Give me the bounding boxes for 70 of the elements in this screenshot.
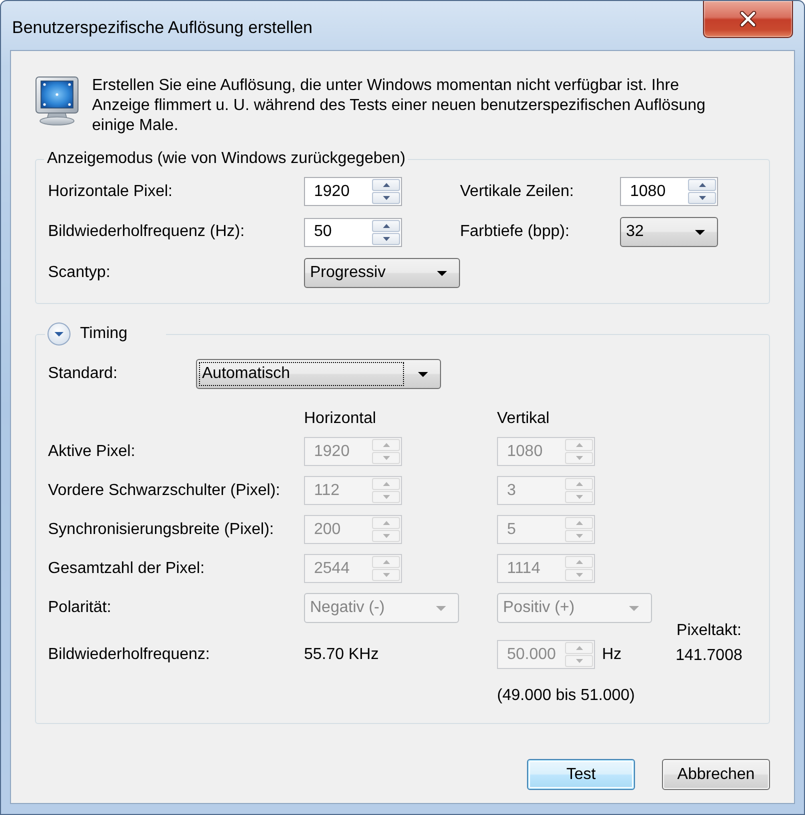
caret-down-icon — [576, 456, 582, 460]
field-label: Bildwiederholfrequenz: — [48, 646, 210, 664]
spin-box[interactable]: 1920 — [304, 177, 402, 206]
value-text: 55.70 KHz — [304, 646, 379, 664]
caret-up-icon — [382, 224, 390, 228]
field-label: Scantyp: — [48, 264, 112, 282]
monitor-icon — [35, 76, 79, 126]
caret-down-icon — [436, 606, 446, 610]
caret-up-icon — [576, 482, 582, 486]
field-label: Pixeltakt: — [676, 622, 742, 640]
caret-up-icon — [698, 183, 706, 187]
caret-down-icon — [418, 372, 428, 376]
cancel-button[interactable]: Abbrechen — [662, 759, 770, 790]
caret-down-icon — [382, 495, 390, 499]
group-title: Timing — [80, 325, 128, 343]
field-label: Polarität: — [48, 599, 112, 617]
chevron-down-icon[interactable] — [47, 322, 71, 346]
unit-label: Hz — [602, 646, 622, 664]
caret-up-icon — [576, 443, 582, 447]
caret-up-icon — [576, 646, 582, 650]
group-title: Anzeigemodus (wie von Windows zurückgegeben) — [46, 150, 406, 168]
spin-down-button[interactable] — [688, 192, 716, 204]
caret-down-icon — [576, 534, 582, 538]
caret-down-icon — [698, 196, 706, 200]
caret-down-icon — [382, 196, 390, 200]
caret-up-icon — [382, 560, 390, 564]
caret-up-icon — [382, 482, 390, 486]
field-label: Vertikale Zeilen: — [460, 182, 575, 200]
spin-up-button[interactable] — [688, 179, 716, 191]
spin-box[interactable]: 1080 — [620, 177, 718, 206]
caret-down-icon — [576, 573, 582, 577]
caret-down-icon — [576, 659, 582, 663]
caret-down-icon — [382, 534, 390, 538]
close-button[interactable] — [703, 1, 793, 38]
field-label: Aktive Pixel: — [48, 442, 136, 460]
field-label: Synchronisierungsbreite (Pixel): — [48, 520, 274, 538]
dropdown[interactable]: 32 — [620, 217, 718, 247]
close-icon — [739, 11, 757, 27]
spin-up-button[interactable] — [372, 179, 400, 191]
spin-down-button[interactable] — [372, 232, 400, 244]
field-label: Horizontale Pixel: — [48, 182, 174, 200]
field-label: Vordere Schwarzschulter (Pixel): — [48, 482, 280, 500]
dropdown[interactable]: Automatisch — [196, 359, 441, 389]
caret-up-icon — [576, 560, 582, 564]
caret-up-icon — [382, 183, 390, 187]
column-header: Horizontal — [304, 411, 378, 427]
field-label: Bildwiederholfrequenz (Hz): — [48, 223, 246, 241]
spin-box[interactable]: 50 — [304, 218, 402, 246]
caret-down-icon — [382, 573, 390, 577]
caret-down-icon — [382, 456, 390, 460]
range-hint: (49.000 bis 51.000) — [497, 687, 635, 705]
caret-down-icon — [695, 230, 705, 234]
value-text: 141.7008 — [676, 647, 742, 665]
caret-down-icon — [576, 495, 582, 499]
dropdown[interactable]: Progressiv — [304, 258, 460, 288]
field-label: Gesamtzahl der Pixel: — [48, 560, 205, 578]
caret-up-icon — [382, 443, 390, 447]
caret-down-icon — [629, 606, 639, 610]
spin-down-button[interactable] — [372, 192, 400, 204]
window-title: Benutzerspezifische Auflösung erstellen — [11, 18, 313, 38]
test-button[interactable]: Test — [527, 759, 635, 790]
column-header: Vertikal — [497, 411, 550, 427]
caret-up-icon — [382, 521, 390, 525]
caret-down-icon — [382, 236, 390, 240]
caret-up-icon — [576, 521, 582, 525]
field-label: Standard: — [48, 365, 118, 383]
intro-text: Erstellen Sie eine Auflösung, die unter Windows momentan nicht verfügbar ist. Ihre Anzeige flimmert u. U. während des Tests einer neuen benutzerspezifischen Auflösung einige Male. — [92, 76, 706, 136]
field-label: Farbtiefe (bpp): — [460, 223, 570, 241]
spin-up-button[interactable] — [372, 220, 400, 232]
caret-down-icon — [437, 270, 447, 276]
